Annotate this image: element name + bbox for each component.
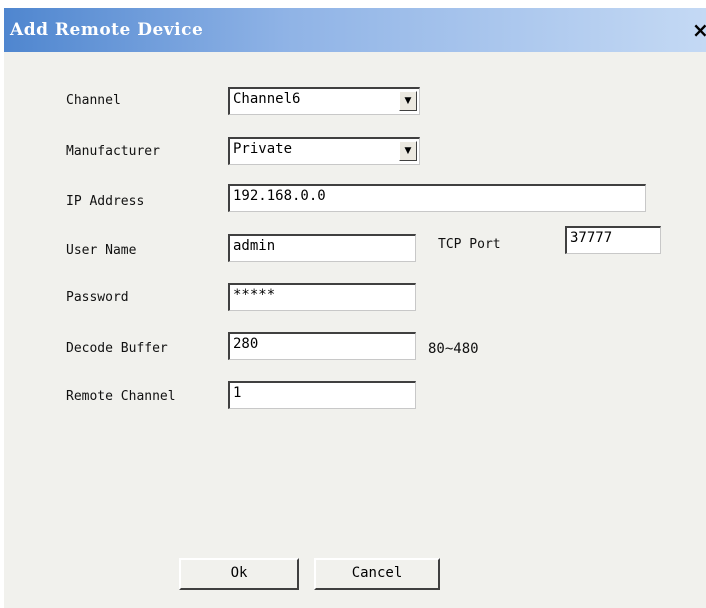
user-name-label: User Name: [66, 243, 137, 258]
decode-buffer-range-hint: 80~480: [428, 341, 479, 357]
remote-channel-field[interactable]: 1: [228, 381, 416, 409]
cancel-button[interactable]: Cancel: [314, 558, 440, 590]
manufacturer-label: Manufacturer: [66, 144, 160, 159]
channel-select[interactable]: Channel6 ▼: [228, 87, 420, 115]
decode-buffer-label: Decode Buffer: [66, 341, 168, 356]
dialog-title: Add Remote Device: [10, 20, 204, 40]
password-field[interactable]: *****: [228, 283, 416, 311]
tcp-port-label: TCP Port: [438, 237, 501, 252]
title-bar[interactable]: Add Remote Device ×: [4, 8, 706, 52]
channel-label: Channel: [66, 93, 121, 108]
channel-selected-value: Channel6: [233, 91, 301, 107]
chevron-down-icon[interactable]: ▼: [399, 91, 417, 111]
remote-channel-label: Remote Channel: [66, 389, 176, 404]
ok-button[interactable]: Ok: [179, 558, 299, 590]
manufacturer-selected-value: Private: [233, 141, 293, 157]
password-label: Password: [66, 290, 129, 305]
add-remote-device-dialog: Add Remote Device × Channel Channel6 ▼ M…: [4, 8, 706, 608]
decode-buffer-field[interactable]: 280: [228, 332, 416, 360]
manufacturer-select[interactable]: Private ▼: [228, 137, 420, 165]
chevron-down-icon[interactable]: ▼: [399, 141, 417, 161]
user-name-field[interactable]: admin: [228, 234, 416, 262]
ip-address-field[interactable]: 192.168.0.0: [228, 184, 646, 212]
tcp-port-field[interactable]: 37777: [565, 226, 661, 254]
ip-address-label: IP Address: [66, 194, 145, 209]
close-icon[interactable]: ×: [692, 20, 706, 40]
